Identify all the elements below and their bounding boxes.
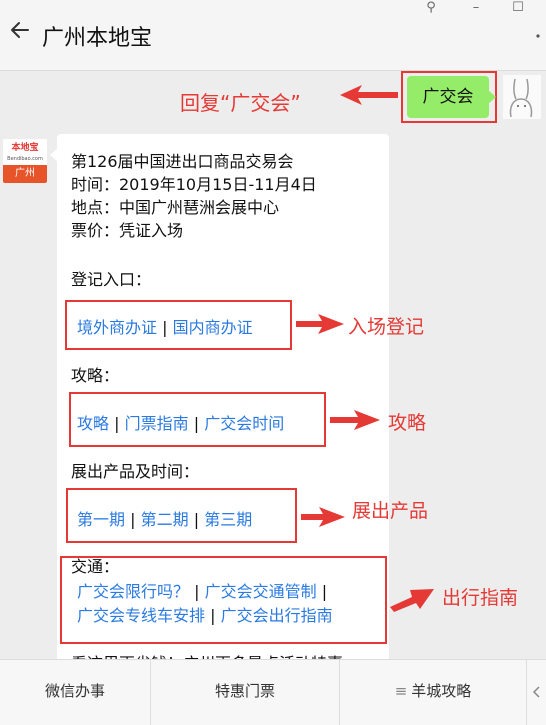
guide-heading: 攻略： [71, 366, 120, 385]
menu-item-discount-tickets[interactable]: 特惠门票 [151, 660, 339, 725]
bottom-menu: 微信办事 特惠门票 ≡ 羊城攻略 [0, 659, 546, 725]
menu-icon: ≡ [394, 682, 408, 700]
annotation-arrow-icon [296, 314, 344, 334]
registration-annotation: 入场登记 [348, 316, 425, 338]
bot-avatar-brand: 本地宝 [11, 143, 39, 153]
page-title: 广州本地宝 [42, 26, 153, 51]
cut-off-line: 看这里更省钱！广州更多景点活动特惠 [71, 650, 343, 659]
info-line-title: 第126届中国进出口商品交易会 [71, 152, 294, 171]
highlight-box-products [66, 488, 297, 543]
menu-item-city-guide[interactable]: ≡ 羊城攻略 [340, 660, 526, 725]
user-avatar[interactable] [503, 75, 541, 119]
annotation-arrow-icon [301, 507, 345, 527]
highlight-box-guide [69, 392, 326, 447]
maximize-icon[interactable]: ☐ [507, 0, 529, 16]
bot-avatar[interactable]: 本地宝 Bendibao.com 广州 [3, 139, 47, 183]
menu-item-city-guide-label: 羊城攻略 [411, 682, 472, 700]
back-arrow-icon[interactable] [8, 18, 32, 42]
more-icon[interactable] [536, 34, 540, 74]
annotation-arrow-icon [340, 85, 398, 105]
annotation-arrow-icon [330, 410, 380, 430]
reply-annotation: 回复“广交会” [180, 91, 301, 115]
info-line-ticket: 票价：凭证入场 [71, 221, 184, 240]
annotation-arrow-icon [390, 589, 434, 612]
highlight-box-registration [65, 300, 292, 350]
products-annotation: 展出产品 [352, 500, 429, 522]
chevron-left-icon[interactable] [532, 686, 540, 698]
info-line-time: 时间：2019年10月15日-11月4日 [71, 175, 317, 194]
bot-avatar-city: 广州 [3, 165, 47, 183]
minimize-icon[interactable]: – [465, 0, 487, 16]
title-bar: 广州本地宝 ⚲ – ☐ [0, 0, 546, 71]
bot-avatar-url: Bendibao.com [7, 156, 43, 162]
transport-annotation: 出行指南 [442, 587, 519, 609]
user-message-bubble[interactable]: 广交会 [407, 76, 496, 118]
registration-heading: 登记入口： [71, 270, 152, 289]
pin-icon[interactable]: ⚲ [420, 0, 442, 16]
info-line-location: 地点：中国广州琶洲会展中心 [71, 198, 280, 217]
highlight-box-transport [60, 556, 387, 644]
menu-item-wechat-service[interactable]: 微信办事 [0, 660, 150, 725]
menu-divider [526, 660, 527, 725]
products-heading: 展出产品及时间： [71, 462, 200, 481]
chat-area: 回复“广交会” 广交会 本地宝 Bendibao.com 广州 第126届中国进… [0, 71, 546, 659]
guide-annotation: 攻略 [388, 412, 427, 434]
